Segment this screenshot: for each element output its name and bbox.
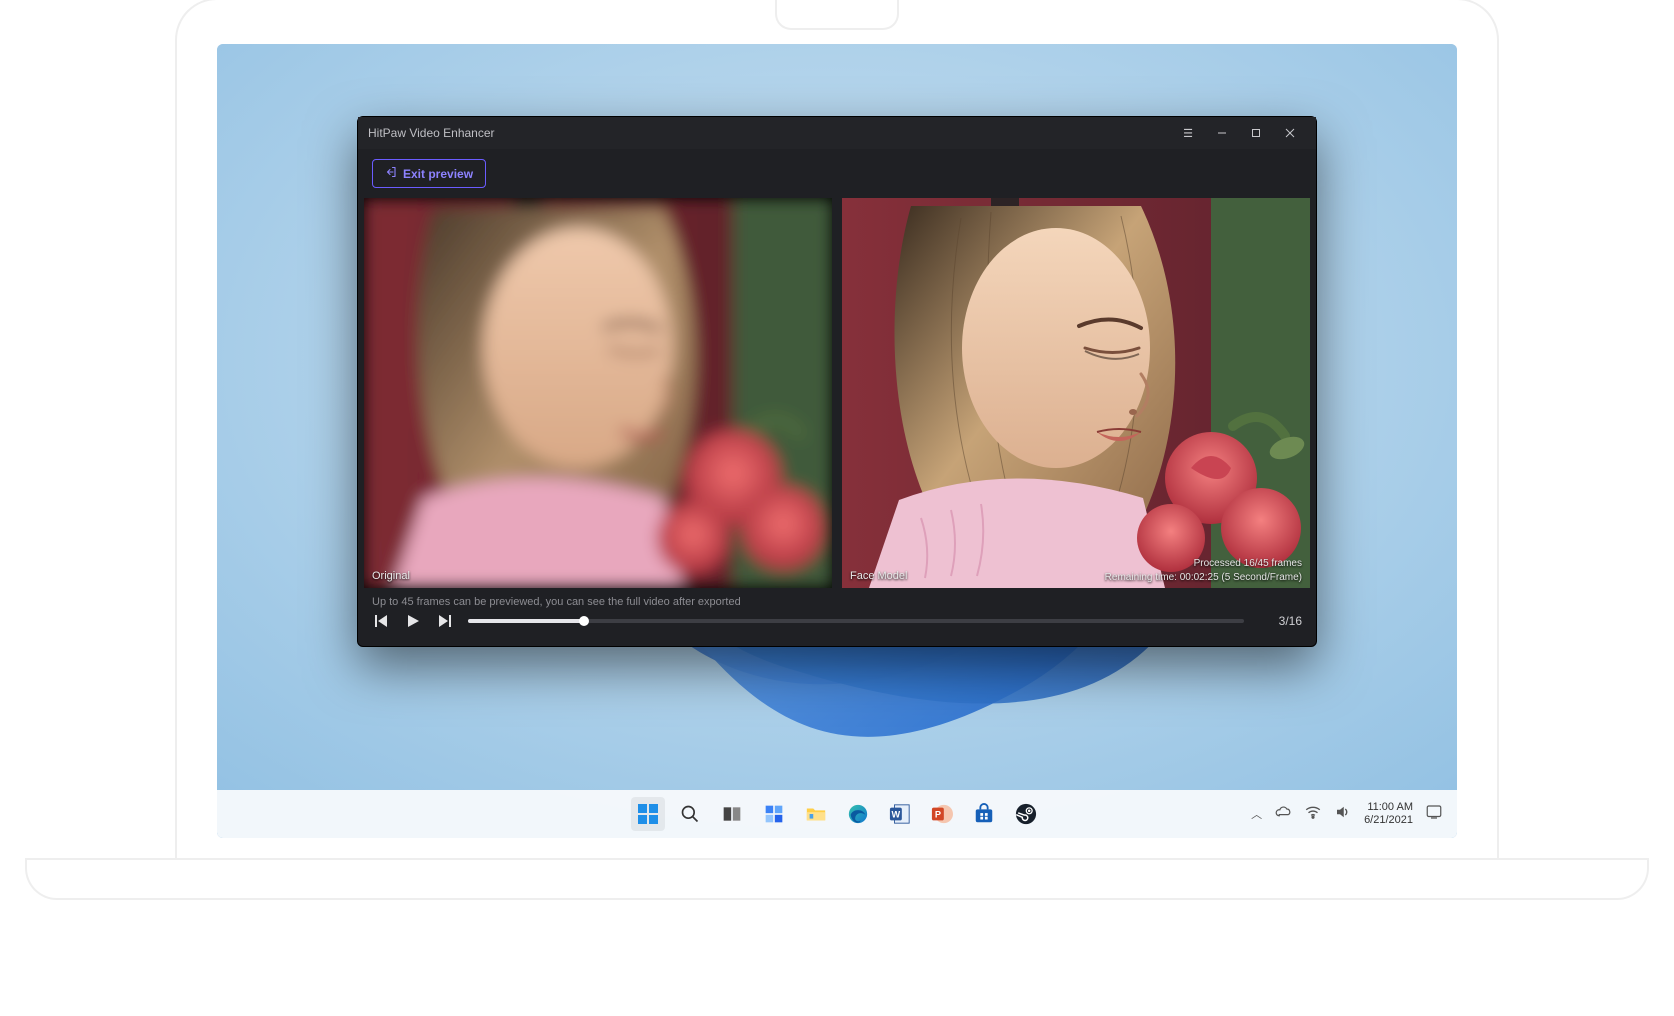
svg-text:W: W bbox=[892, 810, 901, 820]
taskbar-date: 6/21/2021 bbox=[1364, 814, 1413, 827]
pane-original-label: Original bbox=[372, 570, 410, 582]
laptop-base bbox=[27, 860, 1647, 898]
remaining-time-text: Remaining time: 00:02:25 (5 Second/Frame… bbox=[1105, 571, 1302, 585]
frame-counter: 3/16 bbox=[1258, 614, 1302, 628]
minimize-button[interactable] bbox=[1206, 121, 1238, 145]
edge-icon[interactable] bbox=[841, 797, 875, 831]
search-icon[interactable] bbox=[673, 797, 707, 831]
menu-icon[interactable]: ☰ bbox=[1172, 121, 1204, 145]
exit-icon bbox=[385, 166, 397, 181]
wifi-icon[interactable] bbox=[1304, 803, 1322, 826]
start-icon[interactable] bbox=[631, 797, 665, 831]
store-icon[interactable] bbox=[967, 797, 1001, 831]
preview-hint: Up to 45 frames can be previewed, you ca… bbox=[358, 588, 1316, 612]
desktop-screen: HitPaw Video Enhancer ☰ bbox=[217, 44, 1457, 838]
exit-preview-button[interactable]: Exit preview bbox=[372, 159, 486, 188]
maximize-button[interactable] bbox=[1240, 121, 1272, 145]
processed-frames-text: Processed 16/45 frames bbox=[1105, 557, 1302, 571]
toolbar: Exit preview bbox=[358, 149, 1316, 198]
exit-preview-label: Exit preview bbox=[403, 167, 473, 181]
close-button[interactable] bbox=[1274, 121, 1306, 145]
pane-original: Original bbox=[364, 198, 832, 588]
system-tray: ︿ 11:00 AM 6/21/2021 bbox=[1251, 801, 1443, 826]
tray-expand-icon[interactable]: ︿ bbox=[1251, 806, 1262, 822]
next-frame-button[interactable] bbox=[436, 612, 454, 630]
taskbar[interactable]: W P ︿ bbox=[217, 790, 1457, 838]
titlebar[interactable]: HitPaw Video Enhancer ☰ bbox=[358, 117, 1316, 149]
word-icon[interactable]: W bbox=[883, 797, 917, 831]
notifications-icon[interactable] bbox=[1425, 803, 1443, 826]
seek-bar[interactable] bbox=[468, 619, 1244, 623]
widgets-icon[interactable] bbox=[757, 797, 791, 831]
taskbar-center: W P bbox=[631, 797, 1043, 831]
pane-enhanced-label: Face Model bbox=[850, 570, 907, 582]
comparison-container: Original bbox=[358, 198, 1316, 588]
taskview-icon[interactable] bbox=[715, 797, 749, 831]
volume-icon[interactable] bbox=[1334, 803, 1352, 826]
laptop-notch bbox=[777, 0, 897, 28]
window-title: HitPaw Video Enhancer bbox=[368, 126, 1172, 140]
svg-text:P: P bbox=[935, 810, 941, 820]
steam-icon[interactable] bbox=[1009, 797, 1043, 831]
onedrive-icon[interactable] bbox=[1274, 803, 1292, 826]
play-button[interactable] bbox=[404, 612, 422, 630]
laptop-frame: HitPaw Video Enhancer ☰ bbox=[177, 0, 1497, 880]
pane-enhanced: Face Model Processed 16/45 frames Remain… bbox=[842, 198, 1310, 588]
playback-controls: 3/16 bbox=[358, 612, 1316, 646]
app-window: HitPaw Video Enhancer ☰ bbox=[357, 116, 1317, 647]
seek-thumb[interactable] bbox=[579, 616, 589, 626]
taskbar-time: 11:00 AM bbox=[1364, 801, 1413, 814]
powerpoint-icon[interactable]: P bbox=[925, 797, 959, 831]
seek-fill bbox=[468, 619, 584, 623]
processing-status: Processed 16/45 frames Remaining time: 0… bbox=[1105, 557, 1302, 584]
file-explorer-icon[interactable] bbox=[799, 797, 833, 831]
taskbar-clock[interactable]: 11:00 AM 6/21/2021 bbox=[1364, 801, 1413, 826]
prev-frame-button[interactable] bbox=[372, 612, 390, 630]
